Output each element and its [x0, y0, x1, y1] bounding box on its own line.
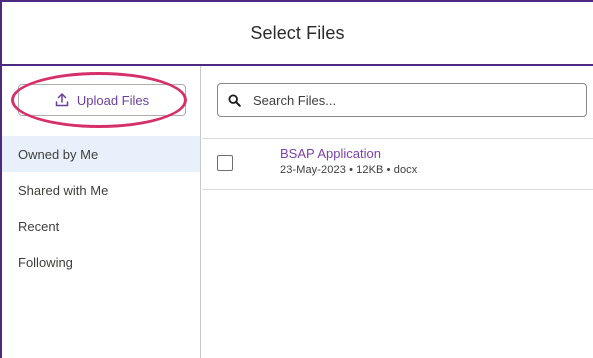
file-meta: 23-May-2023 • 12KB • docx	[280, 164, 418, 176]
sidebar-item-owned-by-me[interactable]: Owned by Me	[2, 136, 200, 172]
search-input[interactable]	[253, 92, 573, 108]
search-bar[interactable]	[217, 83, 587, 117]
file-select-checkbox[interactable]	[217, 155, 233, 171]
select-files-modal: Select Files Upload Files Owned by Me Sh…	[0, 0, 593, 358]
sidebar-item-label: Following	[18, 254, 73, 270]
sidebar-nav: Owned by Me Shared with Me Recent Follow…	[2, 136, 200, 280]
file-name-link[interactable]: BSAP Application	[280, 146, 381, 161]
file-row[interactable]: BSAP Application 23-May-2023 • 12KB • do…	[202, 138, 593, 190]
file-list-panel: BSAP Application 23-May-2023 • 12KB • do…	[202, 66, 593, 358]
sidebar-item-label: Shared with Me	[18, 182, 109, 198]
sidebar-item-label: Recent	[18, 218, 60, 234]
modal-header: Select Files	[2, 2, 593, 66]
sidebar: Upload Files Owned by Me Shared with Me …	[2, 66, 201, 358]
upload-files-button[interactable]: Upload Files	[18, 84, 186, 116]
sidebar-item-following[interactable]: Following	[2, 244, 200, 280]
upload-files-label: Upload Files	[76, 92, 150, 108]
sidebar-item-label: Owned by Me	[18, 146, 99, 162]
search-icon	[228, 93, 241, 107]
row-divider	[202, 138, 593, 139]
upload-icon	[55, 93, 69, 107]
sidebar-item-shared-with-me[interactable]: Shared with Me	[2, 172, 200, 208]
sidebar-item-recent[interactable]: Recent	[2, 208, 200, 244]
modal-title: Select Files	[250, 22, 345, 43]
